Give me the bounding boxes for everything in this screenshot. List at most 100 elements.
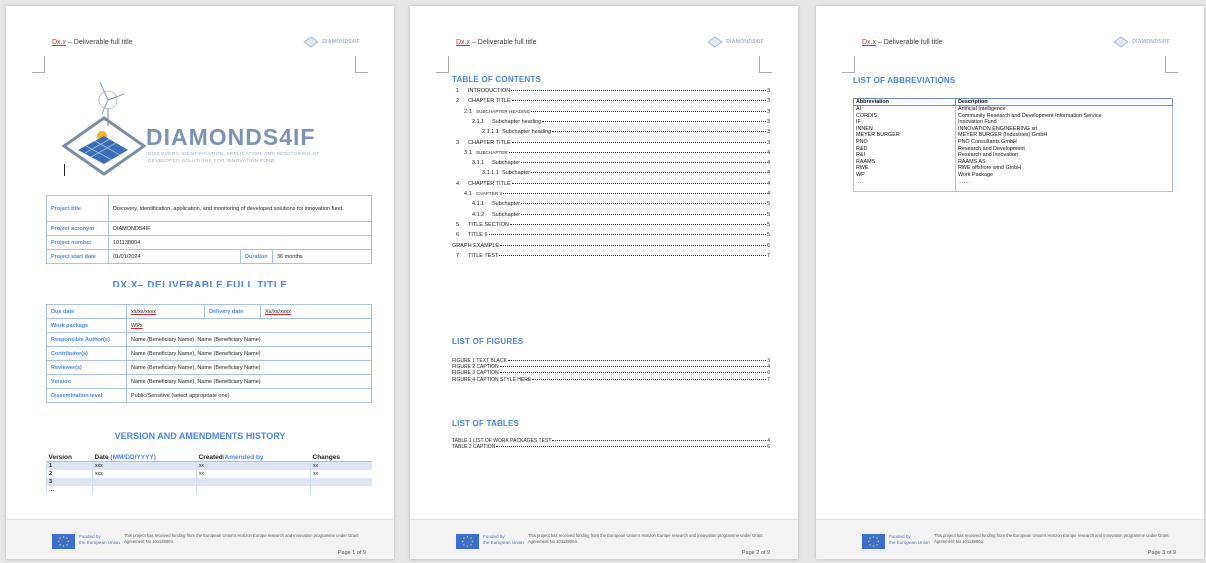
toc-entry-title: Subchapter heading xyxy=(492,118,542,125)
author-cell[interactable]: xx xyxy=(196,469,311,478)
toc-entry[interactable]: 3.1.1.1 Subchapter 4 xyxy=(482,170,770,176)
toc-entry[interactable]: 2.1.1.1 Subchapter heading 3 xyxy=(482,129,770,135)
responsible-authors-value[interactable]: Name (Beneficiary Name), Name (Beneficia… xyxy=(126,332,372,347)
toc-entry[interactable]: 3.1 SUBCHAPTER 4 xyxy=(464,150,770,156)
description-cell[interactable]: Innovation Fund xyxy=(955,119,1173,126)
contributors-value[interactable]: Name (Beneficiary Name), Name (Beneficia… xyxy=(126,346,372,361)
version-cell[interactable]: … xyxy=(46,485,93,494)
date-cell[interactable] xyxy=(92,485,197,494)
toc-entry[interactable]: 4.1 CHAPTER 3 4 xyxy=(464,191,770,197)
abbreviation-cell[interactable]: R&I xyxy=(853,152,956,159)
toc-entry[interactable]: 4.1.2 Subchapter 5 xyxy=(472,212,770,218)
duration-value[interactable]: 36 months xyxy=(272,249,372,264)
abbreviation-cell[interactable]: INNEN xyxy=(853,125,956,133)
figures-entry[interactable]: FIGURE 1 TEXT BLACK 3 xyxy=(452,358,770,364)
toc-entry[interactable]: 6 TITLE 6 5 xyxy=(456,232,770,238)
tables-entry-page: 6 xyxy=(767,444,770,451)
date-cell[interactable]: xxx xyxy=(92,461,197,470)
page-number: Page 3 of 9 xyxy=(1147,550,1176,556)
toc-entry[interactable]: 3.1.1 Subchapter 4 xyxy=(472,160,770,166)
work-package-value[interactable]: WPx xyxy=(126,318,372,333)
description-cell[interactable]: RAAMS AS xyxy=(955,158,1173,166)
toc-entry-page: 5 xyxy=(766,221,770,228)
description-cell[interactable]: Research and Development xyxy=(955,145,1173,153)
abbreviation-cell[interactable]: WP xyxy=(853,171,956,179)
toc-entry-text: GRAPH EXAMPLE xyxy=(452,243,499,249)
toc-entry-number: 4.1 xyxy=(464,191,472,197)
description-cell[interactable]: ……. xyxy=(955,178,1173,186)
toc-entry-page: 4 xyxy=(766,191,770,197)
author-cell[interactable] xyxy=(196,485,311,494)
abbreviation-cell[interactable]: …. xyxy=(853,178,956,186)
abbreviation-cell[interactable]: RWE xyxy=(853,165,956,172)
version-cell[interactable]: 2 xyxy=(46,469,93,478)
toc-entry-title: Subchapter xyxy=(492,201,521,208)
toc-entry[interactable]: 4.1.1 Subchapter 5 xyxy=(472,201,770,207)
delivery-date-value[interactable]: Xx/xx/xxxx xyxy=(260,304,372,319)
abbreviation-cell[interactable]: R&D xyxy=(853,145,956,153)
toc-entry[interactable]: 2.1.1 Subchapter heading 3 xyxy=(472,119,770,125)
toc-entry[interactable]: 3 CHAPTER TITLE 3 xyxy=(456,140,770,146)
toc-entry[interactable]: 4 CHAPTER TITLE 4 xyxy=(456,181,770,187)
toc-leader-dots xyxy=(496,446,767,448)
dissemination-level-value[interactable]: Public/Sensitive (select appropriate one… xyxy=(126,388,372,403)
toc-leader-dots xyxy=(532,378,767,380)
changes-cell[interactable] xyxy=(310,477,372,486)
project-title-value[interactable]: Discovery, identification, application, … xyxy=(108,195,372,222)
description-cell[interactable] xyxy=(955,185,1173,193)
description-cell[interactable]: Work Package xyxy=(955,171,1173,179)
abbreviation-cell[interactable]: MEYER BURGER xyxy=(853,132,956,139)
date-cell[interactable]: xxx xyxy=(92,469,197,478)
toc-entry[interactable]: 5 TITLE SECTION 5 xyxy=(456,222,770,228)
project-acronym-value[interactable]: DIAMONDS4IF xyxy=(108,221,372,236)
description-cell[interactable]: Research and Innovation xyxy=(955,152,1173,159)
tables-entry[interactable]: TABLE 2 CAPTION 6 xyxy=(452,444,770,450)
header-title: Dx.x – Deliverable full title xyxy=(862,39,943,46)
abbreviation-cell[interactable]: CORDIS xyxy=(853,112,956,120)
version-cell[interactable]: 1 xyxy=(46,461,93,470)
date-cell[interactable] xyxy=(92,477,197,486)
abbreviation-cell[interactable]: RAAMS xyxy=(853,158,956,166)
version-value[interactable]: Name (Beneficiary Name), Name (Beneficia… xyxy=(126,374,372,389)
changes-cell[interactable]: xx xyxy=(310,461,372,470)
description-cell[interactable]: INNOVATION ENGINEERING srl xyxy=(955,125,1173,133)
toc-leader-dots xyxy=(511,182,766,184)
toc-entry[interactable]: 7 TITLE TEST 7 xyxy=(456,253,770,259)
toc-entry-title: TITLE SECTION xyxy=(468,221,509,228)
changes-cell[interactable]: xx xyxy=(310,469,372,478)
toc-entry-text: 3.1.1 Subchapter xyxy=(472,160,520,166)
abbreviation-cell[interactable] xyxy=(853,185,956,193)
description-cell[interactable]: Artificial Intelligence xyxy=(955,105,1173,113)
toc-entry[interactable]: 2.1 SUBCHAPTER HEADING 3 xyxy=(464,109,770,115)
abbreviation-cell[interactable]: IF xyxy=(853,119,956,126)
tables-entry[interactable]: TABLE 1 LIST OF WORK PACKAGES TEST 4 xyxy=(452,438,770,444)
project-start-value[interactable]: 01/01/2024 xyxy=(108,249,241,264)
description-cell[interactable]: Community Research and Development Infor… xyxy=(955,112,1173,120)
figures-entry[interactable]: FIGURE 3 CAPTION 6 xyxy=(452,370,770,376)
figures-entry[interactable]: FIGURE 4 CAPTION STYLE HERE 7 xyxy=(452,377,770,383)
header-logo: DIAMONDS4IF xyxy=(1113,36,1170,48)
toc-entry-page: 3 xyxy=(766,139,770,146)
version-cell[interactable]: 3 xyxy=(46,477,93,486)
page-footer: Funded by the European Union This project… xyxy=(6,519,394,559)
description-cell[interactable]: RWE offshore wind GmbH xyxy=(955,165,1173,172)
description-cell[interactable]: MEYER BURGER (Industries) GmbH xyxy=(955,132,1173,139)
author-cell[interactable] xyxy=(196,477,311,486)
deliverable-title[interactable]: DX.X– DELIVERABLE FULL TITLE xyxy=(6,280,394,287)
toc-entry[interactable]: 1 INTRODUCTION 3 xyxy=(456,88,770,94)
due-date-value[interactable]: xx/xx/xxxx xyxy=(126,304,205,319)
version-history-table: Version Date (MM/DD/YYYY) Created/Amende… xyxy=(46,454,372,494)
dissemination-level-label: Dissemination level xyxy=(46,388,127,403)
abbreviation-cell[interactable]: AI xyxy=(853,105,956,113)
crop-mark xyxy=(842,56,855,73)
changes-cell[interactable] xyxy=(310,485,372,494)
toc-entry[interactable]: 2 CHAPTER TITLE 3 xyxy=(456,98,770,104)
toc-entry[interactable]: GRAPH EXAMPLE 6 xyxy=(452,243,770,249)
abbreviation-cell[interactable]: PNO xyxy=(853,138,956,146)
figures-entry[interactable]: FIGURE 2 CAPTION 4 xyxy=(452,364,770,370)
reviewers-value[interactable]: Name (Beneficiary Name), Name (Beneficia… xyxy=(126,360,372,375)
tables-entry-page: 4 xyxy=(767,438,770,444)
description-cell[interactable]: PNO Consultants GmbH xyxy=(955,138,1173,146)
project-number-value[interactable]: 101138004 xyxy=(108,235,372,250)
author-cell[interactable]: xx xyxy=(196,461,311,470)
